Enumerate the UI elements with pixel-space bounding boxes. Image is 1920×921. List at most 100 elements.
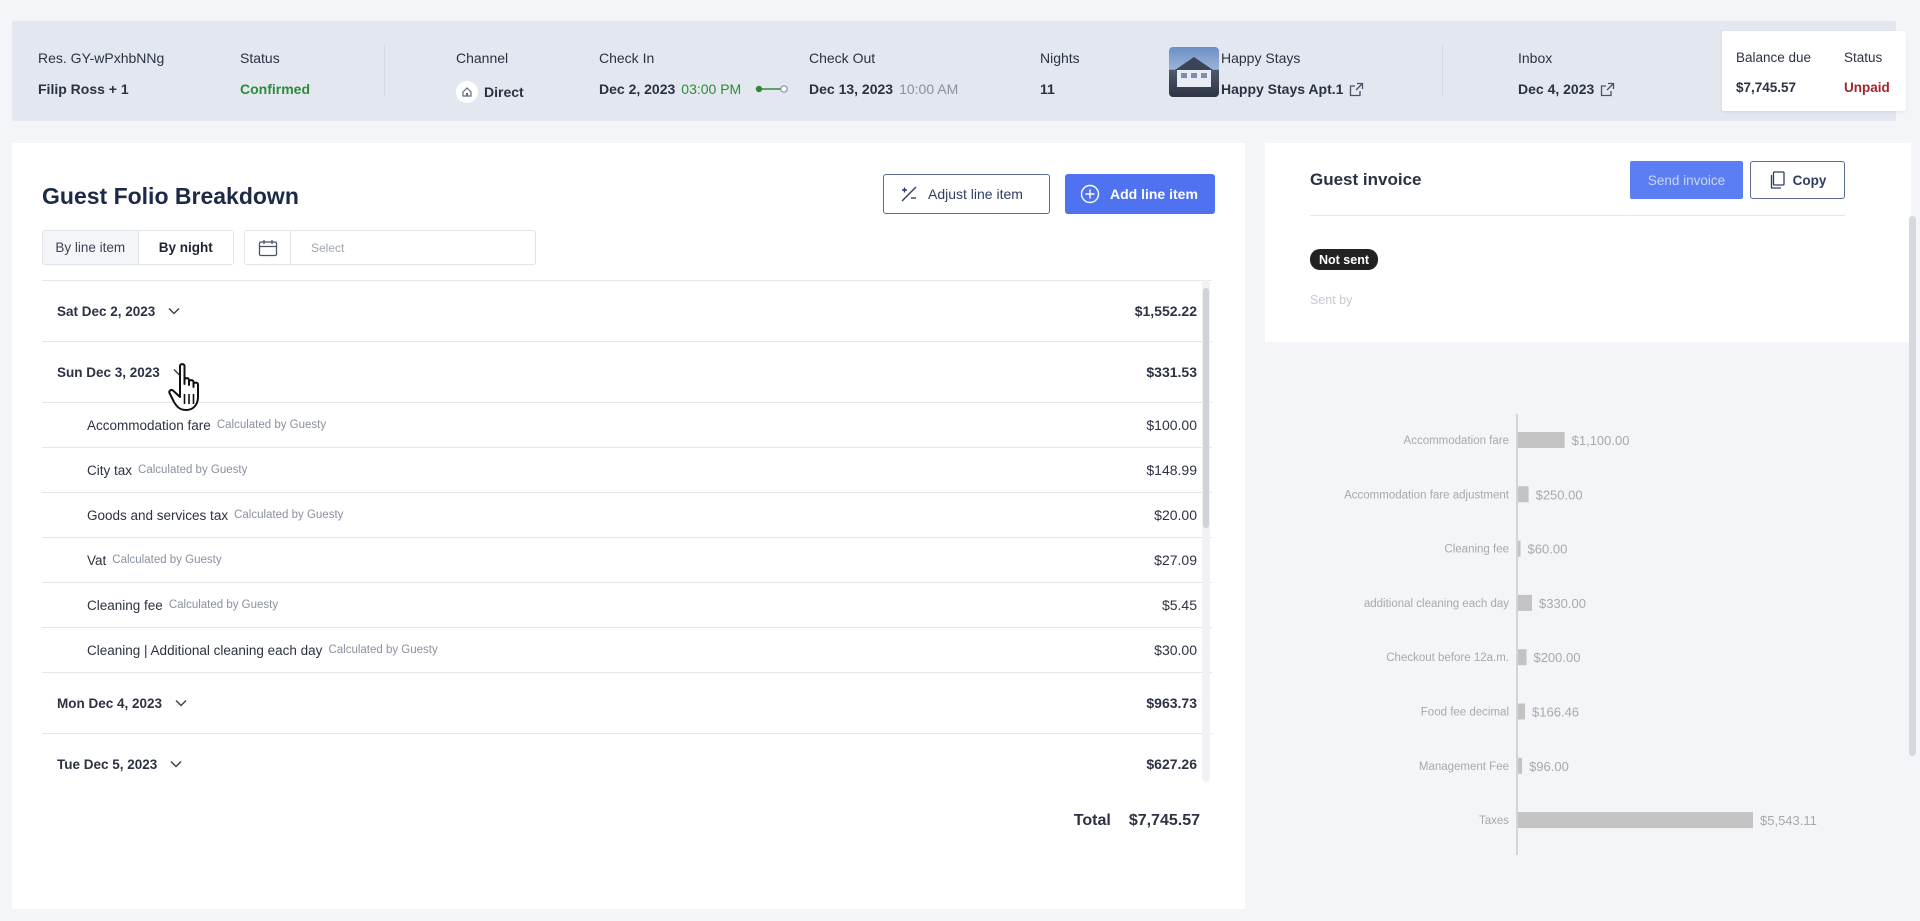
page-scrollbar[interactable]	[1909, 216, 1916, 756]
folio-scrollbar[interactable]	[1202, 280, 1210, 782]
add-line-item-button[interactable]: Add line item	[1065, 174, 1215, 214]
row-amount: $148.99	[1146, 462, 1197, 478]
adjust-line-item-label: Adjust line item	[928, 186, 1023, 202]
balance-value: $7,745.57	[1736, 80, 1797, 95]
balance-card: Balance due $7,745.57 Status Unpaid	[1722, 31, 1906, 111]
adjust-line-item-button[interactable]: Adjust line item	[883, 174, 1050, 214]
status-label: Status	[240, 50, 280, 66]
line-item-row: Cleaning | Additional cleaning each day C…	[42, 628, 1212, 673]
chart-bar	[1518, 649, 1527, 666]
chevron-down-icon[interactable]	[174, 698, 188, 708]
line-item-name: Vat	[87, 552, 107, 568]
chart-bar	[1518, 486, 1529, 503]
view-toggle: By line item By night	[42, 230, 234, 265]
row-amount: $100.00	[1146, 417, 1197, 433]
payment-status-value: Unpaid	[1844, 80, 1890, 95]
calendar-icon[interactable]	[245, 231, 291, 264]
checkin-date: Dec 2, 2023	[599, 81, 676, 97]
line-item-row: Vat Calculated by Guesty $27.09	[42, 538, 1212, 583]
row-label-wrap: Sat Dec 2, 2023	[57, 304, 181, 319]
inbox-value[interactable]: Dec 4, 2023	[1518, 81, 1594, 97]
night-date: Sat Dec 2, 2023	[57, 303, 156, 319]
row-label-wrap: Accommodation fare Calculated by Guesty	[87, 418, 326, 433]
sent-by-label: Sent by	[1310, 293, 1353, 307]
checkout-value: Dec 13, 2023 10:00 AM	[809, 81, 958, 97]
fee-breakdown-chart: Accommodation fare $1,100.00 Accommodation…	[1265, 400, 1911, 870]
checkin-time: 03:00 PM	[681, 81, 742, 97]
line-item-row: Goods and services tax Calculated by Gues…	[42, 493, 1212, 538]
chart-category-label: Management Fee	[1419, 761, 1509, 773]
checkin-label: Check In	[599, 50, 655, 66]
fee-breakdown-chart-svg: Accommodation fare $1,100.00 Accommodation…	[1344, 414, 1817, 855]
night-row[interactable]: Sun Dec 3, 2023 $331.53	[42, 342, 1212, 403]
channel-value-wrap: Direct	[456, 81, 524, 103]
chart-category-label: Accommodation fare	[1404, 435, 1509, 447]
chart-value-label: $200.00	[1533, 650, 1580, 665]
send-invoice-button[interactable]: Send invoice	[1630, 161, 1743, 199]
external-link-icon[interactable]	[1600, 82, 1615, 97]
chart-bar	[1518, 812, 1753, 829]
chevron-down-icon[interactable]	[169, 759, 183, 769]
plus-circle-icon	[1080, 184, 1100, 204]
invoice-title: Guest invoice	[1310, 170, 1422, 189]
chart-value-label: $60.00	[1528, 542, 1568, 557]
chart-category-label: Taxes	[1479, 815, 1509, 827]
line-item-row: Accommodation fare Calculated by Guesty $1…	[42, 403, 1212, 448]
date-select[interactable]: Select	[244, 230, 536, 265]
listing-thumbnail[interactable]	[1169, 47, 1219, 97]
night-row[interactable]: Mon Dec 4, 2023 $963.73	[42, 673, 1212, 734]
chart-value-label: $166.46	[1532, 705, 1579, 720]
chart-category-label: Checkout before 12a.m.	[1386, 652, 1509, 664]
calculated-by-note: Calculated by Guesty	[328, 644, 438, 656]
chart-value-label: $96.00	[1529, 759, 1569, 774]
divider	[1310, 215, 1845, 216]
toggle-by-line-item[interactable]: By line item	[43, 231, 138, 264]
home-icon	[456, 81, 478, 103]
row-label-wrap: Sun Dec 3, 2023	[57, 365, 186, 380]
chart-category-label: Cleaning fee	[1444, 544, 1509, 556]
chart-value-label: $5,543.11	[1760, 813, 1817, 828]
row-amount: $20.00	[1154, 507, 1197, 523]
chart-bar	[1518, 540, 1521, 557]
row-label-wrap: Goods and services tax Calculated by Gues…	[87, 508, 343, 523]
status-value: Confirmed	[240, 81, 310, 97]
toggle-by-night[interactable]: By night	[137, 231, 233, 264]
scrollbar-thumb[interactable]	[1203, 288, 1209, 528]
calculated-by-note: Calculated by Guesty	[234, 509, 344, 521]
line-item-name: Goods and services tax	[87, 507, 229, 523]
total-label: Total	[1073, 812, 1111, 829]
calculated-by-note: Calculated by Guesty	[138, 464, 248, 476]
row-amount: $30.00	[1154, 642, 1197, 658]
page-title: Guest Folio Breakdown	[42, 183, 299, 209]
night-row[interactable]: Tue Dec 5, 2023 $627.26	[42, 734, 1212, 782]
row-amount: $5.45	[1161, 597, 1197, 613]
copy-button[interactable]: Copy	[1750, 161, 1845, 199]
nights-label: Nights	[1040, 50, 1080, 66]
row-amount: $331.53	[1146, 364, 1197, 380]
chevron-down-icon[interactable]	[167, 306, 181, 316]
line-item-row: City tax Calculated by Guesty $148.99	[42, 448, 1212, 493]
listing-value[interactable]: Happy Stays Apt.1	[1221, 81, 1343, 97]
copy-icon	[1770, 171, 1785, 189]
balance-label: Balance due	[1736, 50, 1812, 65]
chart-value-label: $1,100.00	[1572, 433, 1630, 448]
night-date: Tue Dec 5, 2023	[57, 756, 158, 772]
folio-rows: Sat Dec 2, 2023 $1,552.22 Sun Dec 3, 2023 $…	[42, 280, 1212, 782]
chart-category-label: additional cleaning each day	[1364, 598, 1509, 610]
night-row[interactable]: Sat Dec 2, 2023 $1,552.22	[42, 281, 1212, 342]
checkout-label: Check Out	[809, 50, 876, 66]
external-link-icon[interactable]	[1349, 82, 1364, 97]
channel-value: Direct	[484, 84, 524, 100]
line-item-name: Accommodation fare	[87, 417, 211, 433]
row-label-wrap: Tue Dec 5, 2023	[57, 757, 183, 772]
listing-value-wrap[interactable]: Happy Stays Apt.1	[1221, 81, 1364, 97]
channel-label: Channel	[456, 50, 509, 66]
inbox-label: Inbox	[1518, 50, 1553, 66]
chart-category-label: Accommodation fare adjustment	[1344, 489, 1510, 501]
adjust-icon	[901, 186, 917, 202]
guest-name[interactable]: Filip Ross + 1	[38, 81, 129, 97]
inbox-value-wrap[interactable]: Dec 4, 2023	[1518, 81, 1615, 97]
row-label-wrap: City tax Calculated by Guesty	[87, 463, 247, 478]
checkout-time: 10:00 AM	[899, 81, 959, 97]
chart-value-label: $330.00	[1539, 596, 1586, 611]
